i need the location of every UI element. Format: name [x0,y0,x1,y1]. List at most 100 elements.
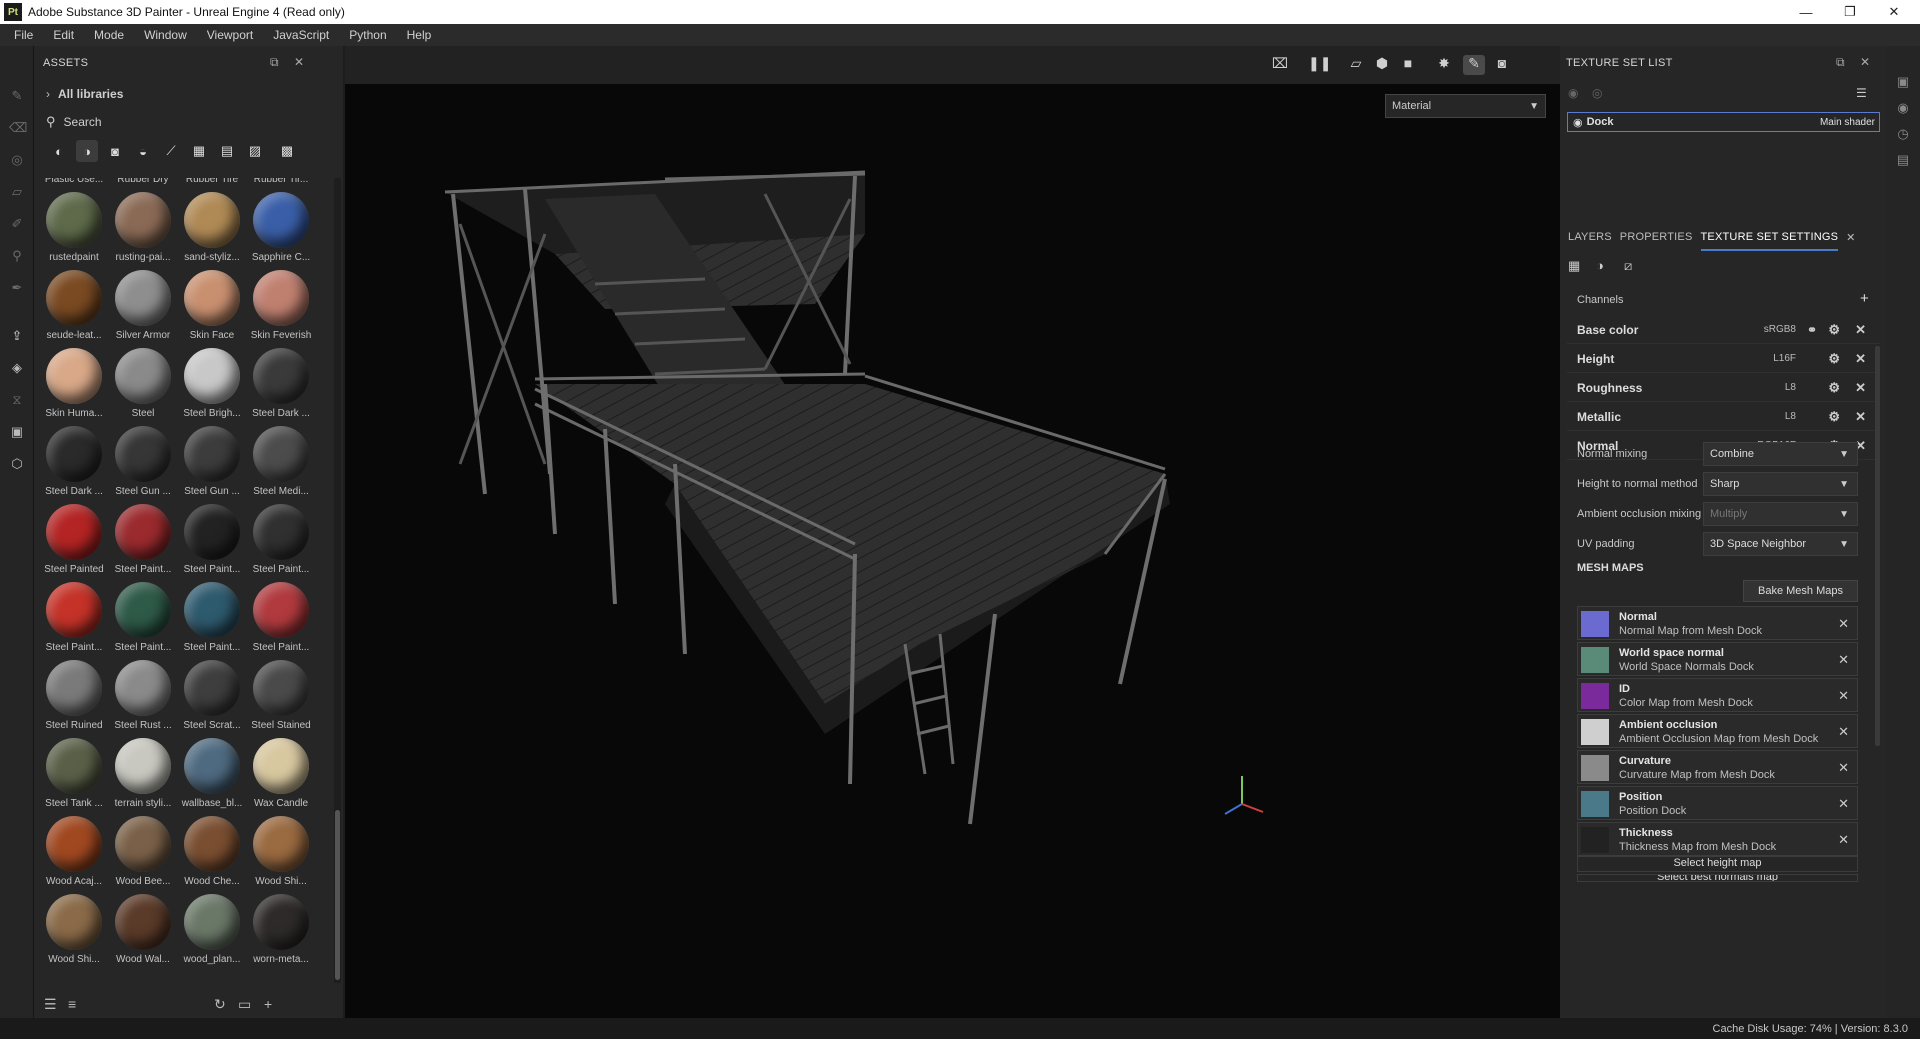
asset-item[interactable]: Silver Armor [109,270,177,348]
texture-set-icon[interactable]: ▦ [1568,258,1580,274]
asset-item[interactable]: Steel Ruined [40,660,108,738]
asset-item[interactable]: Wood Shi... [40,894,108,972]
menu-edit[interactable]: Edit [43,28,84,42]
polygon-fill-icon[interactable]: ▱ [9,184,25,200]
maximize-icon[interactable]: ❐ [1828,0,1872,24]
asset-item[interactable]: wallbase_bl... [178,738,246,816]
refresh-icon[interactable]: ↻ [214,996,226,1013]
picker-icon[interactable]: ✒ [9,280,25,296]
asset-item[interactable]: Rubber Dry [109,178,177,192]
bake-mesh-maps-button[interactable]: Bake Mesh Maps [1743,580,1858,602]
channel-format[interactable]: L8 [1785,411,1796,422]
asset-item[interactable]: Wood Che... [178,816,246,894]
gear-icon[interactable]: ⚙ [1828,351,1840,367]
mesh-map-item[interactable]: Position Position Dock ✕ [1577,786,1858,820]
folder-icon[interactable]: ▭ [238,996,251,1013]
asset-item[interactable]: Steel Painted [40,504,108,582]
mesh-map-item[interactable]: Ambient occlusion Ambient Occlusion Map f… [1577,714,1858,748]
light-icon[interactable]: ✸ [1433,55,1455,75]
search-input[interactable]: Search [64,115,102,129]
tab-texture-set-settings[interactable]: TEXTURE SET SETTINGS [1700,223,1839,251]
list-view-icon[interactable]: ☰ [44,996,57,1013]
channel-row[interactable]: Roughness L8 ⚙ ✕ [1567,374,1880,402]
menu-help[interactable]: Help [397,28,442,42]
texture-set-dock[interactable]: ◉ Dock Main shader [1567,112,1880,132]
asset-item[interactable]: rusting-pai... [109,192,177,270]
asset-item[interactable]: Sapphire C... [247,192,315,270]
material-sphere-icon[interactable]: ◑ [1596,258,1604,273]
asset-item[interactable]: Steel Paint... [247,504,315,582]
asset-item[interactable]: Steel Scrat... [178,660,246,738]
hide-overlay-icon[interactable]: ⌧ [1269,55,1291,75]
asset-item[interactable]: Steel Paint... [247,582,315,660]
2d-view-icon[interactable]: ▱ [1345,55,1367,75]
asset-item[interactable]: Steel Paint... [109,504,177,582]
remove-channel-icon[interactable]: ✕ [1855,322,1866,338]
channel-row[interactable]: Height L16F ⚙ ✕ [1567,345,1880,373]
asset-item[interactable]: Steel Tank ... [40,738,108,816]
settings-scrollbar[interactable] [1875,346,1880,746]
remove-map-icon[interactable]: ✕ [1838,796,1849,812]
asset-item[interactable]: Steel Paint... [40,582,108,660]
remove-map-icon[interactable]: ✕ [1838,832,1849,848]
asset-item[interactable]: Skin Huma... [40,348,108,426]
eye-solo-icon[interactable]: ◎ [1592,86,1602,100]
materials-filter-icon[interactable]: ◑ [76,140,98,162]
mesh-map-item[interactable]: Normal Normal Map from Mesh Dock ✕ [1577,606,1858,640]
textures-filter-icon[interactable]: ▦ [188,140,210,162]
add-channel-icon[interactable]: + [1860,290,1869,307]
remove-channel-icon[interactable]: ✕ [1855,380,1866,396]
smudge-icon[interactable]: ✐ [9,216,25,232]
brushes-filter-icon[interactable]: ⟋ [160,140,182,162]
asset-item[interactable]: Rubber Tire [178,178,246,192]
asset-item[interactable]: Skin Face [178,270,246,348]
mesh-map-item[interactable]: World space normal World Space Normals Do… [1577,642,1858,676]
channel-format[interactable]: sRGB8 [1764,324,1796,335]
asset-item[interactable]: Steel Paint... [178,504,246,582]
minimize-icon[interactable]: — [1784,0,1828,24]
filter-list-icon[interactable]: ≡ [68,996,76,1012]
shelf-icon[interactable]: ▣ [9,424,25,440]
paint-mode-icon[interactable]: ✎ [1463,55,1485,75]
gear-icon[interactable]: ⚙ [1828,380,1840,396]
asset-item[interactable]: Wood Acaj... [40,816,108,894]
color-profile-icon[interactable]: ⚭ [1807,323,1817,337]
bake-icon[interactable]: ◈ [9,360,25,376]
mesh-map-item[interactable]: Thickness Thickness Map from Mesh Dock ✕ [1577,822,1858,856]
material-icon[interactable]: ⬡ [9,456,25,472]
asset-item[interactable]: Wood Wal... [109,894,177,972]
asset-item[interactable]: wood_plan... [178,894,246,972]
close-panel-icon[interactable]: ✕ [294,55,304,69]
grid-filter-icon[interactable]: ▤ [216,140,238,162]
assets-panel-icon[interactable]: ⇪ [9,328,25,344]
setting-dropdown[interactable]: Multiply ▼ [1703,502,1858,526]
shader-settings-icon[interactable]: ◉ [1895,100,1911,116]
channel-row[interactable]: Metallic L8 ⚙ ✕ [1567,403,1880,431]
asset-item[interactable]: Rubber Tir... [247,178,315,192]
menu-viewport[interactable]: Viewport [197,28,263,42]
menu-window[interactable]: Window [134,28,197,42]
menu-mode[interactable]: Mode [84,28,134,42]
asset-item[interactable]: Steel Dark ... [247,348,315,426]
remove-map-icon[interactable]: ✕ [1838,724,1849,740]
remove-map-icon[interactable]: ✕ [1838,688,1849,704]
channel-format[interactable]: L8 [1785,382,1796,393]
projection-icon[interactable]: ◎ [9,152,25,168]
pause-icon[interactable]: ❚❚ [1308,55,1331,75]
menu-file[interactable]: File [4,28,43,42]
asset-item[interactable]: Steel Gun ... [178,426,246,504]
uv-icon[interactable]: ⧄ [1624,258,1632,274]
asset-item[interactable]: Steel [109,348,177,426]
gear-icon[interactable]: ⚙ [1828,322,1840,338]
add-asset-icon[interactable]: + [264,996,272,1012]
channel-format[interactable]: L16F [1773,353,1796,364]
clone-icon[interactable]: ⚲ [9,248,25,264]
remove-channel-icon[interactable]: ✕ [1855,351,1866,367]
paint-brush-icon[interactable]: ✎ [9,88,25,104]
asset-item[interactable]: Steel Medi... [247,426,315,504]
3d-viewport[interactable] [345,84,1560,1018]
menu-javascript[interactable]: JavaScript [263,28,339,42]
all-libraries-row[interactable]: › All libraries [34,80,343,108]
masks-filter-icon[interactable]: ◙ [104,140,126,162]
select-normal-map-button[interactable]: Select best normals map [1577,874,1858,882]
